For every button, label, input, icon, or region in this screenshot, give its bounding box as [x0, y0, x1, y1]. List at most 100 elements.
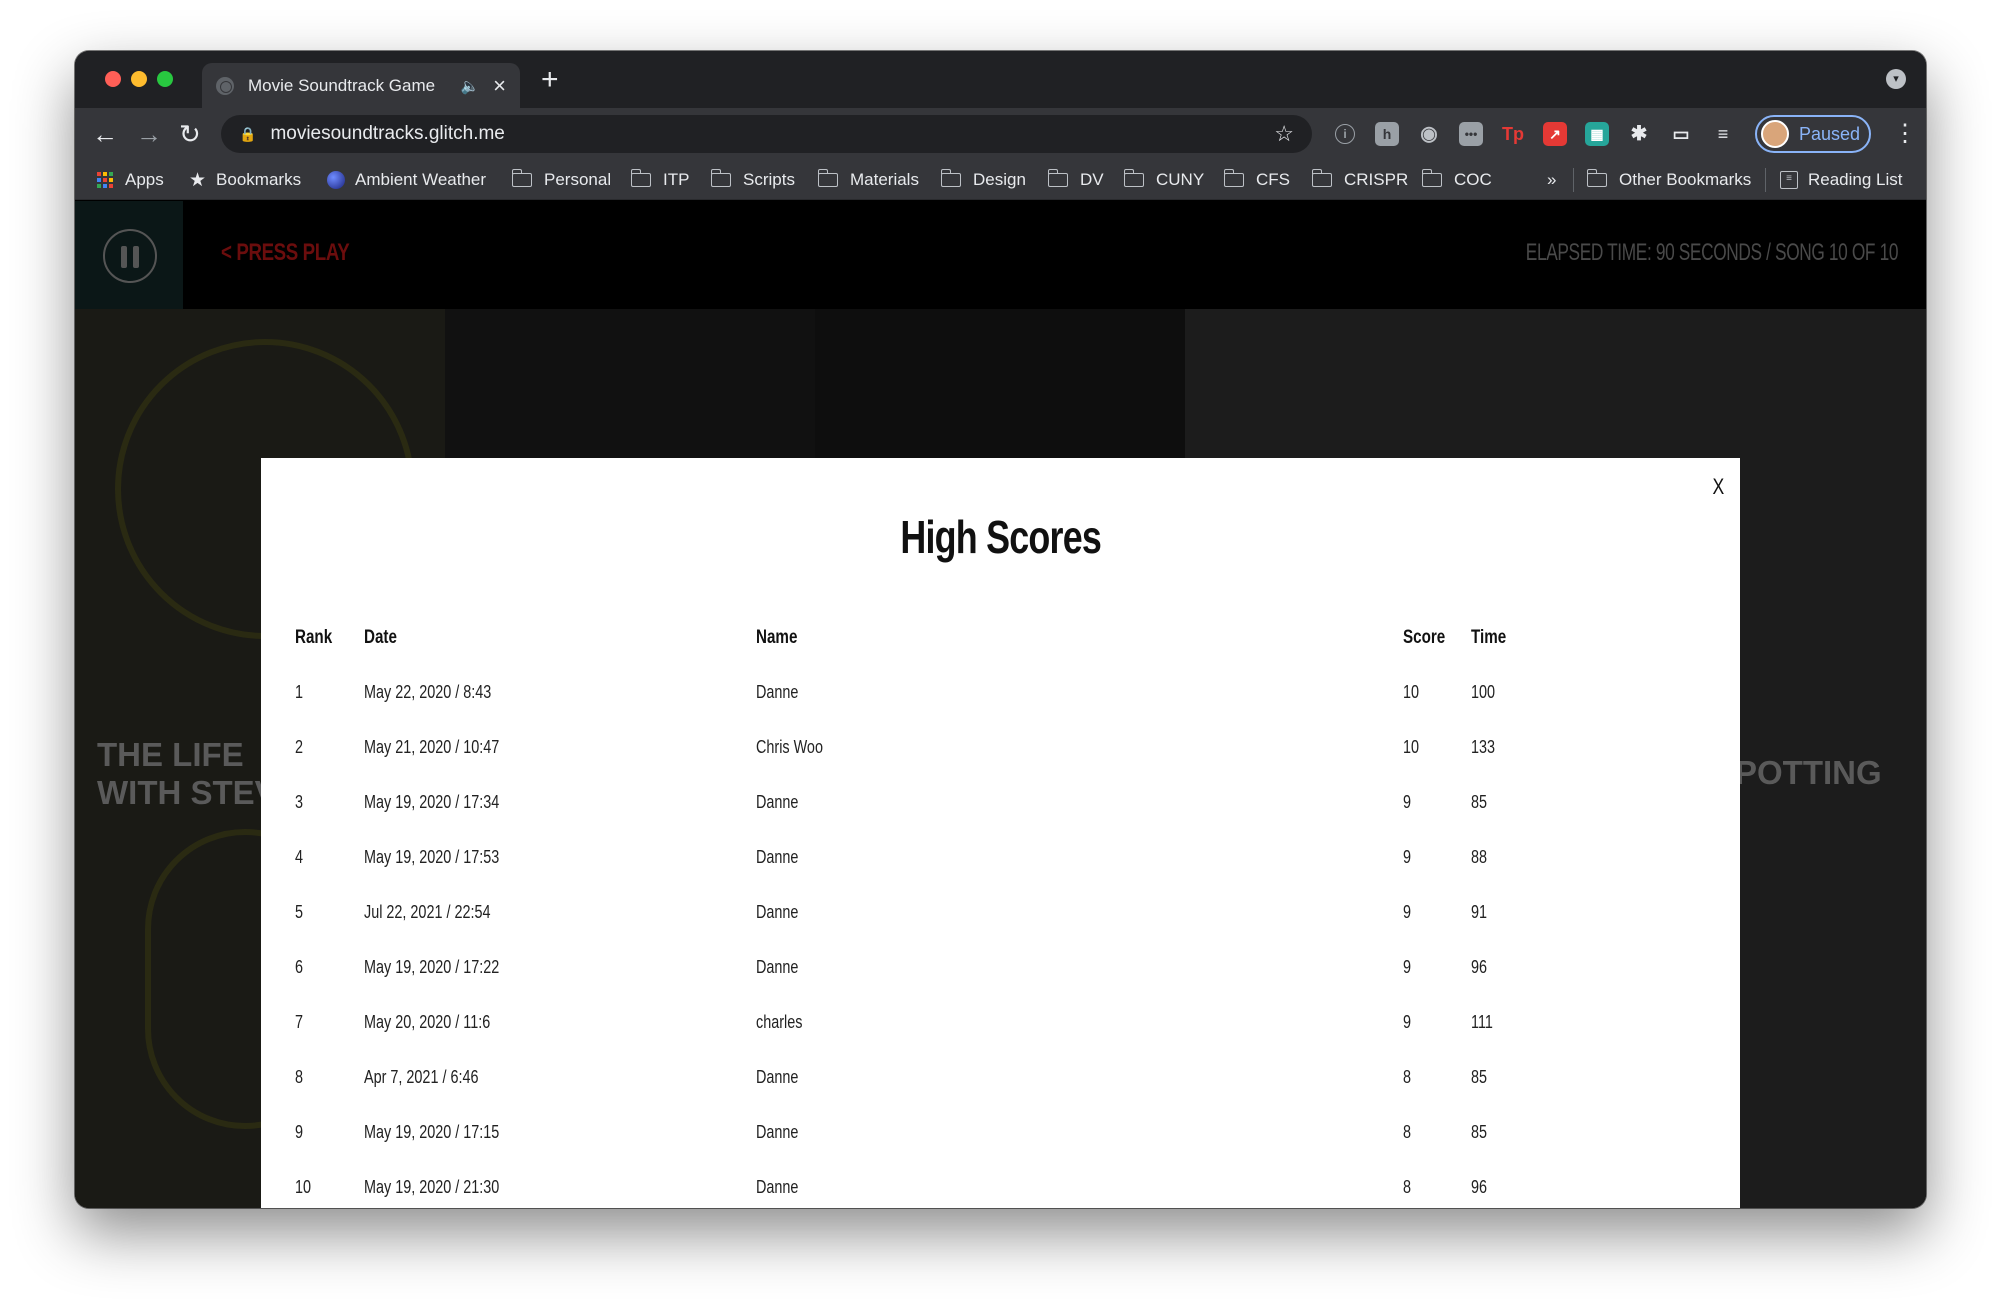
forward-button[interactable]: →	[136, 119, 162, 149]
rank-cell: 1	[295, 682, 304, 702]
bookmark-ambient-weather[interactable]: Ambient Weather	[327, 160, 486, 200]
time-cell: 96	[1470, 957, 1488, 977]
folder-icon	[710, 169, 731, 187]
puzzle-extensions-icon[interactable]: ✱	[1627, 122, 1651, 146]
date-cell: May 21, 2020 / 10:47	[363, 737, 499, 757]
dots-extension-icon[interactable]: •••	[1459, 122, 1483, 146]
score-cell: 8	[1403, 1067, 1412, 1087]
lock-icon[interactable]: 🔒	[239, 126, 256, 143]
media-control-icon[interactable]: ≡	[1711, 122, 1735, 146]
browser-window: Movie Soundtrack Game 🔈 × + ▾ ← → ↻ 🔒 mo…	[75, 51, 1926, 1208]
bookmark-apps[interactable]: Apps	[97, 160, 164, 200]
bookmark-materials[interactable]: Materials	[817, 160, 919, 200]
time-cell: 96	[1470, 1177, 1488, 1197]
rank-cell: 2	[295, 737, 304, 757]
address-bar[interactable]: 🔒 moviesoundtracks.glitch.me ☆	[221, 115, 1312, 153]
tab-movie-soundtrack-game[interactable]: Movie Soundtrack Game 🔈 ×	[202, 63, 520, 108]
url-text[interactable]: moviesoundtracks.glitch.me	[270, 123, 1274, 145]
column-header-name: Name	[755, 626, 798, 648]
cast-icon[interactable]: ▭	[1669, 122, 1693, 146]
folder-icon	[1421, 169, 1442, 187]
rank-cell: 3	[295, 792, 304, 812]
modal-close-button[interactable]: X	[1713, 474, 1725, 500]
time-cell: 85	[1470, 1067, 1488, 1087]
bookmark-scripts[interactable]: Scripts	[710, 160, 795, 200]
name-cell: Danne	[755, 1177, 799, 1197]
arrow-extension-icon[interactable]: ↗	[1543, 122, 1567, 146]
bookmark-personal[interactable]: Personal	[511, 160, 611, 200]
game-page: < PRESS PLAY ELAPSED TIME: 90 SECONDS / …	[75, 201, 1926, 1208]
table-row: 3 May 19, 2020 / 17:34 Danne 9 85	[295, 775, 1515, 830]
gift-extension-icon[interactable]: ▦	[1585, 122, 1609, 146]
folder-icon	[1047, 169, 1068, 187]
bookmark-star-icon[interactable]: ☆	[1274, 121, 1294, 147]
camera-extension-icon[interactable]: ◉	[1417, 122, 1441, 146]
rank-cell: 10	[295, 1177, 312, 1197]
score-cell: 9	[1403, 957, 1412, 977]
browser-menu-icon[interactable]: ⋮	[1893, 119, 1917, 148]
folder-icon	[817, 169, 838, 187]
bookmarks-divider	[1765, 168, 1766, 192]
bookmark-cuny[interactable]: CUNY	[1123, 160, 1204, 200]
rank-cell: 8	[295, 1067, 304, 1087]
table-row: 7 May 20, 2020 / 11:6 charles 9 111	[295, 995, 1515, 1050]
bookmark-design[interactable]: Design	[940, 160, 1026, 200]
column-header-time: Time	[1470, 626, 1507, 648]
tab-search-icon[interactable]: ▾	[1886, 69, 1906, 89]
date-cell: May 19, 2020 / 17:22	[363, 957, 499, 977]
time-cell: 100	[1470, 682, 1496, 702]
bookmark-crispr[interactable]: CRISPR	[1311, 160, 1408, 200]
table-row: 9 May 19, 2020 / 17:15 Danne 8 85	[295, 1105, 1515, 1160]
score-cell: 8	[1403, 1177, 1412, 1197]
date-cell: May 19, 2020 / 17:34	[363, 792, 499, 812]
minimize-window-button[interactable]	[131, 71, 147, 87]
reload-button[interactable]: ↻	[179, 119, 201, 149]
profile-button[interactable]: Paused	[1755, 115, 1871, 153]
high-scores-table: Rank Date Name Score Time 1 May 22, 2020 …	[295, 610, 1515, 1208]
tab-title: Movie Soundtrack Game	[248, 75, 436, 95]
pause-icon[interactable]	[103, 229, 157, 283]
close-window-button[interactable]	[105, 71, 121, 87]
rank-cell: 4	[295, 847, 304, 867]
back-button[interactable]: ←	[92, 119, 118, 149]
reading-list-button[interactable]: ≡ Reading List	[1780, 160, 1903, 200]
speaker-icon[interactable]: 🔈	[460, 77, 479, 95]
table-row: 4 May 19, 2020 / 17:53 Danne 9 88	[295, 830, 1515, 885]
avatar	[1761, 120, 1789, 148]
name-cell: Danne	[755, 682, 799, 702]
bookmark-dv[interactable]: DV	[1047, 160, 1104, 200]
globe-icon	[327, 171, 345, 189]
poster-title-right: POTTING	[1735, 754, 1882, 791]
score-cell: 10	[1403, 682, 1420, 702]
date-cell: Apr 7, 2021 / 6:46	[363, 1067, 479, 1087]
reading-list-icon: ≡	[1780, 171, 1798, 189]
time-cell: 91	[1470, 902, 1488, 922]
time-cell: 88	[1470, 847, 1488, 867]
info-extension-icon[interactable]: i	[1335, 124, 1355, 144]
rank-cell: 9	[295, 1122, 304, 1142]
column-header-score: Score	[1403, 626, 1446, 648]
folder-icon	[1311, 169, 1332, 187]
bookmark-coc[interactable]: COC	[1421, 160, 1492, 200]
name-cell: Danne	[755, 847, 799, 867]
table-row: 10 May 19, 2020 / 21:30 Danne 8 96	[295, 1160, 1515, 1208]
score-cell: 9	[1403, 1012, 1412, 1032]
tp-extension-icon[interactable]: Tp	[1501, 122, 1525, 146]
bookmarks-overflow-button[interactable]: »	[1547, 160, 1556, 200]
folder-icon	[511, 169, 532, 187]
rank-cell: 7	[295, 1012, 304, 1032]
date-cell: May 19, 2020 / 17:53	[363, 847, 499, 867]
new-tab-button[interactable]: +	[541, 65, 559, 95]
table-row: 8 Apr 7, 2021 / 6:46 Danne 8 85	[295, 1050, 1515, 1105]
extension-h-icon[interactable]: h	[1375, 122, 1399, 146]
browser-toolbar: ← → ↻ 🔒 moviesoundtracks.glitch.me ☆ i h…	[75, 108, 1926, 160]
close-tab-icon[interactable]: ×	[493, 74, 506, 97]
bookmark-cfs[interactable]: CFS	[1223, 160, 1290, 200]
bookmark-itp[interactable]: ITP	[630, 160, 689, 200]
press-play-label[interactable]: < PRESS PLAY	[221, 239, 350, 267]
date-cell: May 19, 2020 / 17:15	[363, 1122, 499, 1142]
folder-icon	[940, 169, 961, 187]
maximize-window-button[interactable]	[157, 71, 173, 87]
bookmark-bookmarks[interactable]: ★ Bookmarks	[189, 160, 301, 200]
bookmark-other-bookmarks[interactable]: Other Bookmarks	[1586, 160, 1751, 200]
